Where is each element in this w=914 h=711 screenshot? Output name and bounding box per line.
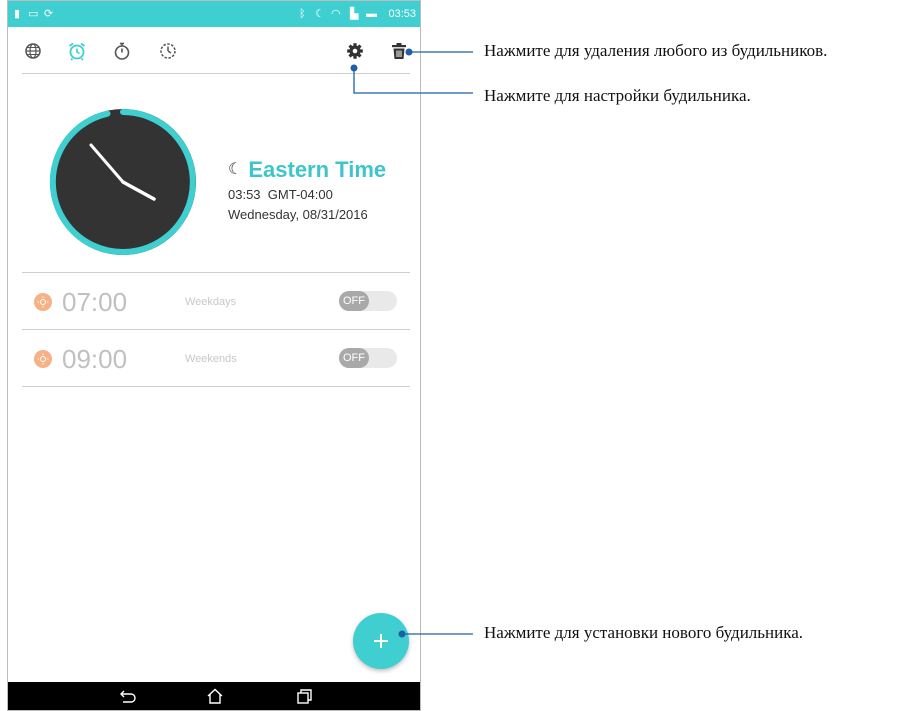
callout-lines: [350, 48, 473, 638]
callout-dot-delete: [405, 48, 413, 56]
callout-settings: Нажмите для настройки будильника.: [484, 86, 751, 105]
callout-add: Нажмите для установки нового будильника.: [484, 623, 804, 642]
callout-line-settings: [353, 68, 473, 94]
callout-dot-add: [398, 630, 406, 638]
callout-dot-settings: [350, 64, 358, 72]
callout-delete: Нажмите для удаления любого из будильник…: [484, 41, 828, 60]
